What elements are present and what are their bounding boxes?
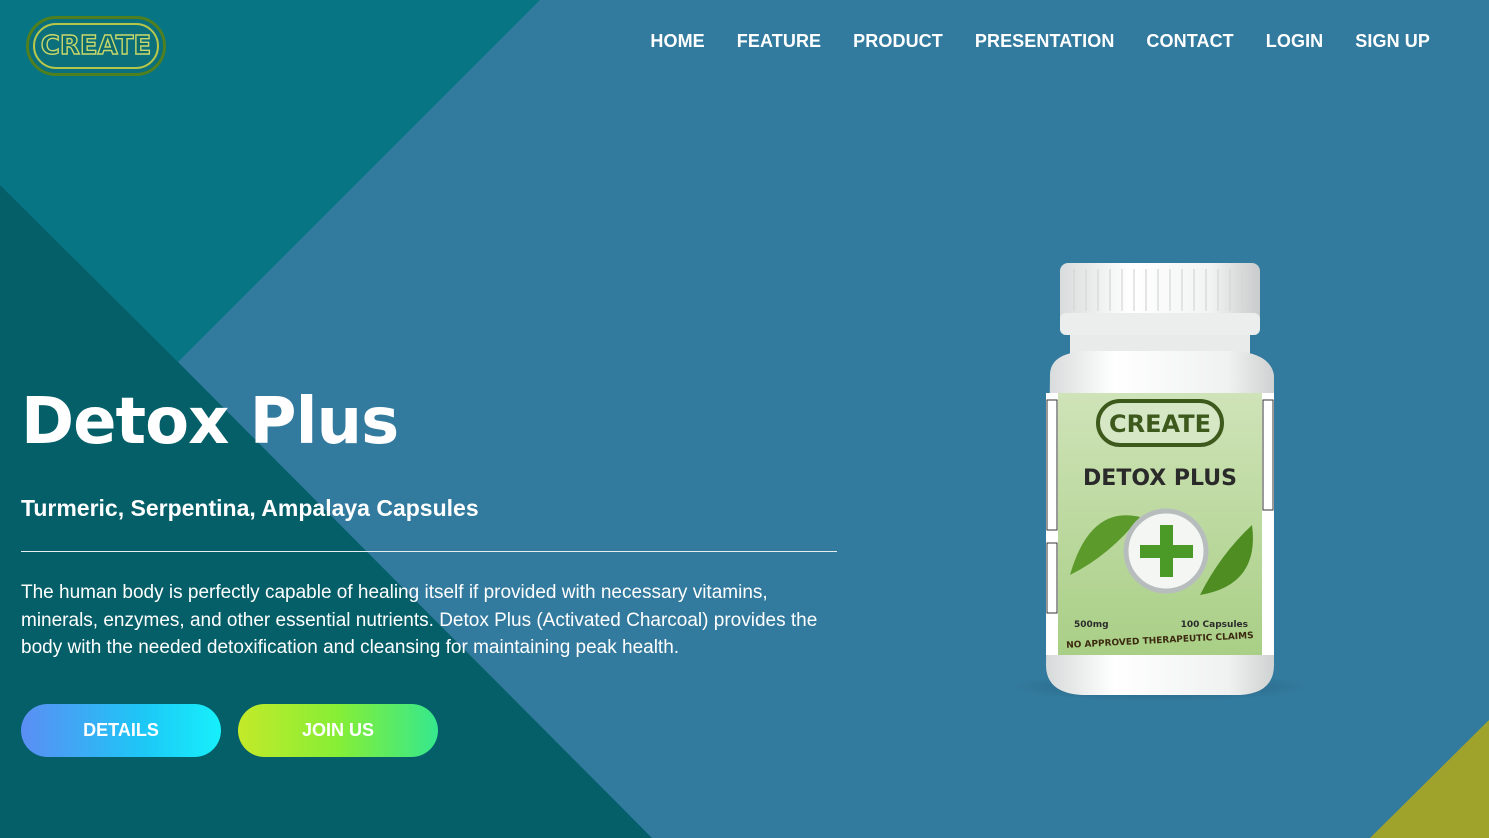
hero-subtitle: Turmeric, Serpentina, Ampalaya Capsules bbox=[21, 495, 479, 521]
product-bottle-image: CREATE DETOX PLUS 500mg 100 Capsules NO … bbox=[1010, 263, 1310, 701]
label-dosage: 500mg bbox=[1074, 620, 1109, 630]
label-brand-text: CREATE bbox=[1109, 410, 1211, 438]
label-count: 100 Capsules bbox=[1181, 620, 1248, 630]
site-header: CREATE HOME FEATURE PRODUCT PRESENTATION… bbox=[0, 0, 1489, 90]
label-product-name: DETOX PLUS bbox=[1083, 466, 1237, 491]
brand-logo[interactable]: CREATE bbox=[26, 16, 166, 76]
nav-product[interactable]: PRODUCT bbox=[853, 31, 943, 51]
nav-login[interactable]: LOGIN bbox=[1266, 31, 1324, 51]
logo-text: CREATE bbox=[40, 30, 152, 61]
nav-presentation[interactable]: PRESENTATION bbox=[975, 31, 1115, 51]
main-nav: HOME FEATURE PRODUCT PRESENTATION CONTAC… bbox=[650, 31, 1430, 52]
hero-description: The human body is perfectly capable of h… bbox=[21, 582, 818, 658]
nav-feature[interactable]: FEATURE bbox=[737, 31, 821, 51]
hero-divider bbox=[21, 551, 837, 552]
nav-sign-up[interactable]: SIGN UP bbox=[1355, 31, 1430, 51]
details-button[interactable]: DETAILS bbox=[21, 704, 221, 757]
bg-olive-corner bbox=[1370, 720, 1489, 838]
hero-title: Detox Plus bbox=[21, 385, 399, 459]
nav-contact[interactable]: CONTACT bbox=[1146, 31, 1233, 51]
join-us-button[interactable]: JOIN US bbox=[238, 704, 438, 757]
nav-home[interactable]: HOME bbox=[650, 31, 704, 51]
